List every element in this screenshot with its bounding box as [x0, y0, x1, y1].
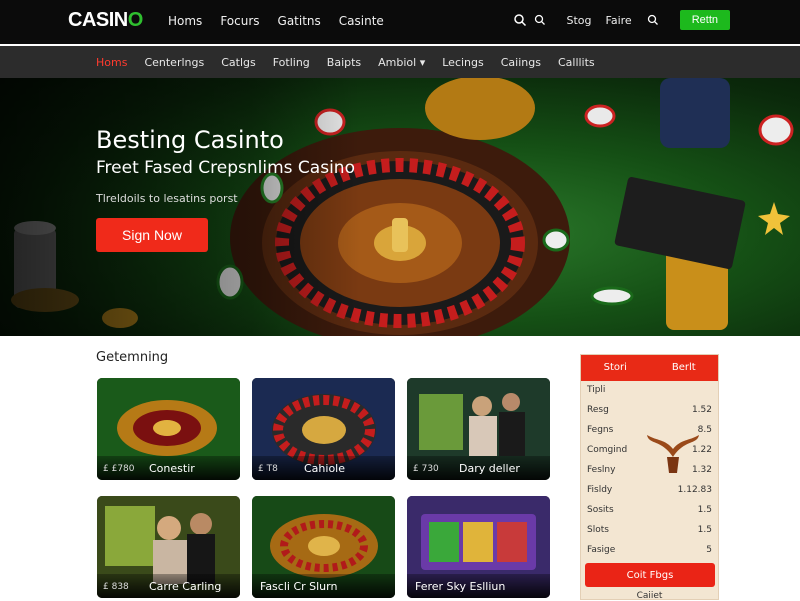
- top-link-2[interactable]: Faire: [606, 14, 632, 27]
- card-price: £ £780: [103, 464, 135, 474]
- casino-logo[interactable]: CASINO: [68, 9, 143, 32]
- panel-tabs: Stori Berlt: [581, 355, 718, 381]
- game-card[interactable]: £ T8 Cahiole: [252, 378, 395, 480]
- logo-accent: O: [127, 9, 144, 31]
- card-name: Carre Carling: [149, 580, 222, 593]
- cat-item-7[interactable]: Lecings: [442, 56, 484, 69]
- panel-row: Fasige 5: [587, 545, 712, 555]
- search-icon[interactable]: [513, 13, 527, 27]
- topnav-item-games[interactable]: Gatitns: [278, 14, 321, 28]
- topnav-item-features[interactable]: Focurs: [220, 14, 259, 28]
- top-link-1[interactable]: Stog: [567, 14, 592, 27]
- game-card[interactable]: Fascli Cr Slurn: [252, 496, 395, 598]
- cat-item-home[interactable]: Homs: [96, 56, 127, 69]
- category-bar: Homs Centerlngs Catlgs Fotling Baipts Am…: [0, 46, 800, 78]
- search-alt-icon[interactable]: [533, 13, 547, 27]
- cat-item-5[interactable]: Baipts: [327, 56, 361, 69]
- cat-item-2[interactable]: Centerlngs: [144, 56, 204, 69]
- panel-action-button[interactable]: Coit Fbgs: [585, 563, 715, 587]
- hero-shade: [0, 78, 360, 336]
- panel-row: Slots 1.5: [587, 525, 712, 535]
- panel-row: Fisldy 1.12.83: [587, 485, 712, 495]
- card-price: £ 730: [413, 464, 439, 474]
- topnav-item-home[interactable]: Homs: [168, 14, 202, 28]
- cat-item-8[interactable]: Caiings: [501, 56, 541, 69]
- game-card[interactable]: £ 730 Dary deller: [407, 378, 550, 480]
- eagle-icon: [647, 435, 699, 473]
- top-nav: Homs Focurs Gatitns Casinte: [168, 14, 402, 28]
- panel-row: Resg 1.52: [587, 405, 712, 415]
- cat-item-3[interactable]: Catlgs: [221, 56, 256, 69]
- cat-item-4[interactable]: Fotling: [273, 56, 310, 69]
- game-card[interactable]: £ £780 Conestir: [97, 378, 240, 480]
- hero-title: Besting Casinto: [96, 126, 284, 154]
- panel-row: Tipli: [587, 385, 606, 395]
- panel-row: Sosits 1.5: [587, 505, 712, 515]
- games-section-title: Getemning: [96, 350, 169, 365]
- card-price: £ T8: [258, 464, 278, 474]
- panel-tab-2[interactable]: Berlt: [650, 355, 719, 381]
- panel-tab-1[interactable]: Stori: [581, 355, 650, 381]
- card-name: Cahiole: [304, 462, 346, 475]
- card-price: £ 838: [103, 582, 129, 592]
- card-name: Conestir: [149, 462, 195, 475]
- search-small-icon[interactable]: [646, 13, 660, 27]
- game-card[interactable]: £ 838 Carre Carling: [97, 496, 240, 598]
- topnav-item-casino[interactable]: Casinte: [339, 14, 384, 28]
- login-button[interactable]: Rettn: [679, 10, 730, 30]
- hero-caption: Tlreldoils to lesatins porst: [96, 192, 238, 205]
- card-name: Ferer Sky Eslliun: [415, 580, 506, 593]
- sign-now-button[interactable]: Sign Now: [96, 218, 208, 252]
- card-name: Fascli Cr Slurn: [260, 580, 338, 593]
- card-name: Dary deller: [459, 462, 520, 475]
- top-bar: CASINO Homs Focurs Gatitns Casinte Stog …: [0, 0, 800, 44]
- game-card[interactable]: Ferer Sky Eslliun: [407, 496, 550, 598]
- cat-item-9[interactable]: Calllits: [558, 56, 595, 69]
- top-right-actions: Stog Faire Rettn: [513, 10, 730, 30]
- hero-subtitle: Freet Fased Crepsnlims Casino: [96, 158, 355, 178]
- odds-panel: Stori Berlt Tipli Resg 1.52 Fegns 8.5 Comg…: [580, 354, 719, 601]
- logo-text: CASIN: [68, 9, 128, 31]
- hero-banner: Besting Casinto Freet Fased Crepsnlims C…: [0, 78, 800, 336]
- cat-item-dropdown[interactable]: Ambiol ▾: [378, 56, 425, 69]
